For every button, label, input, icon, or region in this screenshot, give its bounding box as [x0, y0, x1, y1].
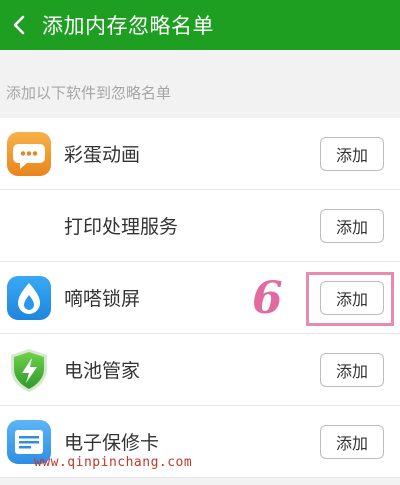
top-bar: 添加内存忽略名单 — [0, 0, 400, 50]
app-name: 电子保修卡 — [64, 432, 160, 454]
list-item: 电池管家 添加 — [0, 334, 400, 406]
watermark: www.qinpinchang.com — [34, 455, 193, 470]
app-name: 嘀嗒锁屏 — [64, 288, 141, 310]
highlight-box — [306, 272, 394, 326]
step-number-annotation: 6 — [252, 273, 283, 324]
chat-bubble-icon — [7, 131, 51, 176]
add-button[interactable]: 添加 — [320, 136, 384, 171]
add-button[interactable]: 添加 — [320, 208, 384, 243]
shield-bolt-icon — [11, 348, 47, 392]
app-name: 电池管家 — [64, 360, 141, 382]
add-button[interactable]: 添加 — [320, 424, 384, 459]
section-label: 添加以下软件到忽略名单 — [6, 83, 172, 102]
flame-drop-icon — [7, 275, 51, 320]
list-item: 彩蛋动画 添加 — [0, 118, 400, 190]
back-arrow-icon — [13, 15, 25, 35]
list-item: 打印处理服务 添加 — [0, 190, 400, 262]
app-name: 打印处理服务 — [64, 216, 179, 238]
app-name: 彩蛋动画 — [64, 144, 141, 166]
section-header: 添加以下软件到忽略名单 — [0, 72, 400, 112]
page-title: 添加内存忽略名单 — [42, 14, 214, 38]
add-button[interactable]: 添加 — [320, 352, 384, 387]
back-button[interactable] — [2, 0, 36, 50]
